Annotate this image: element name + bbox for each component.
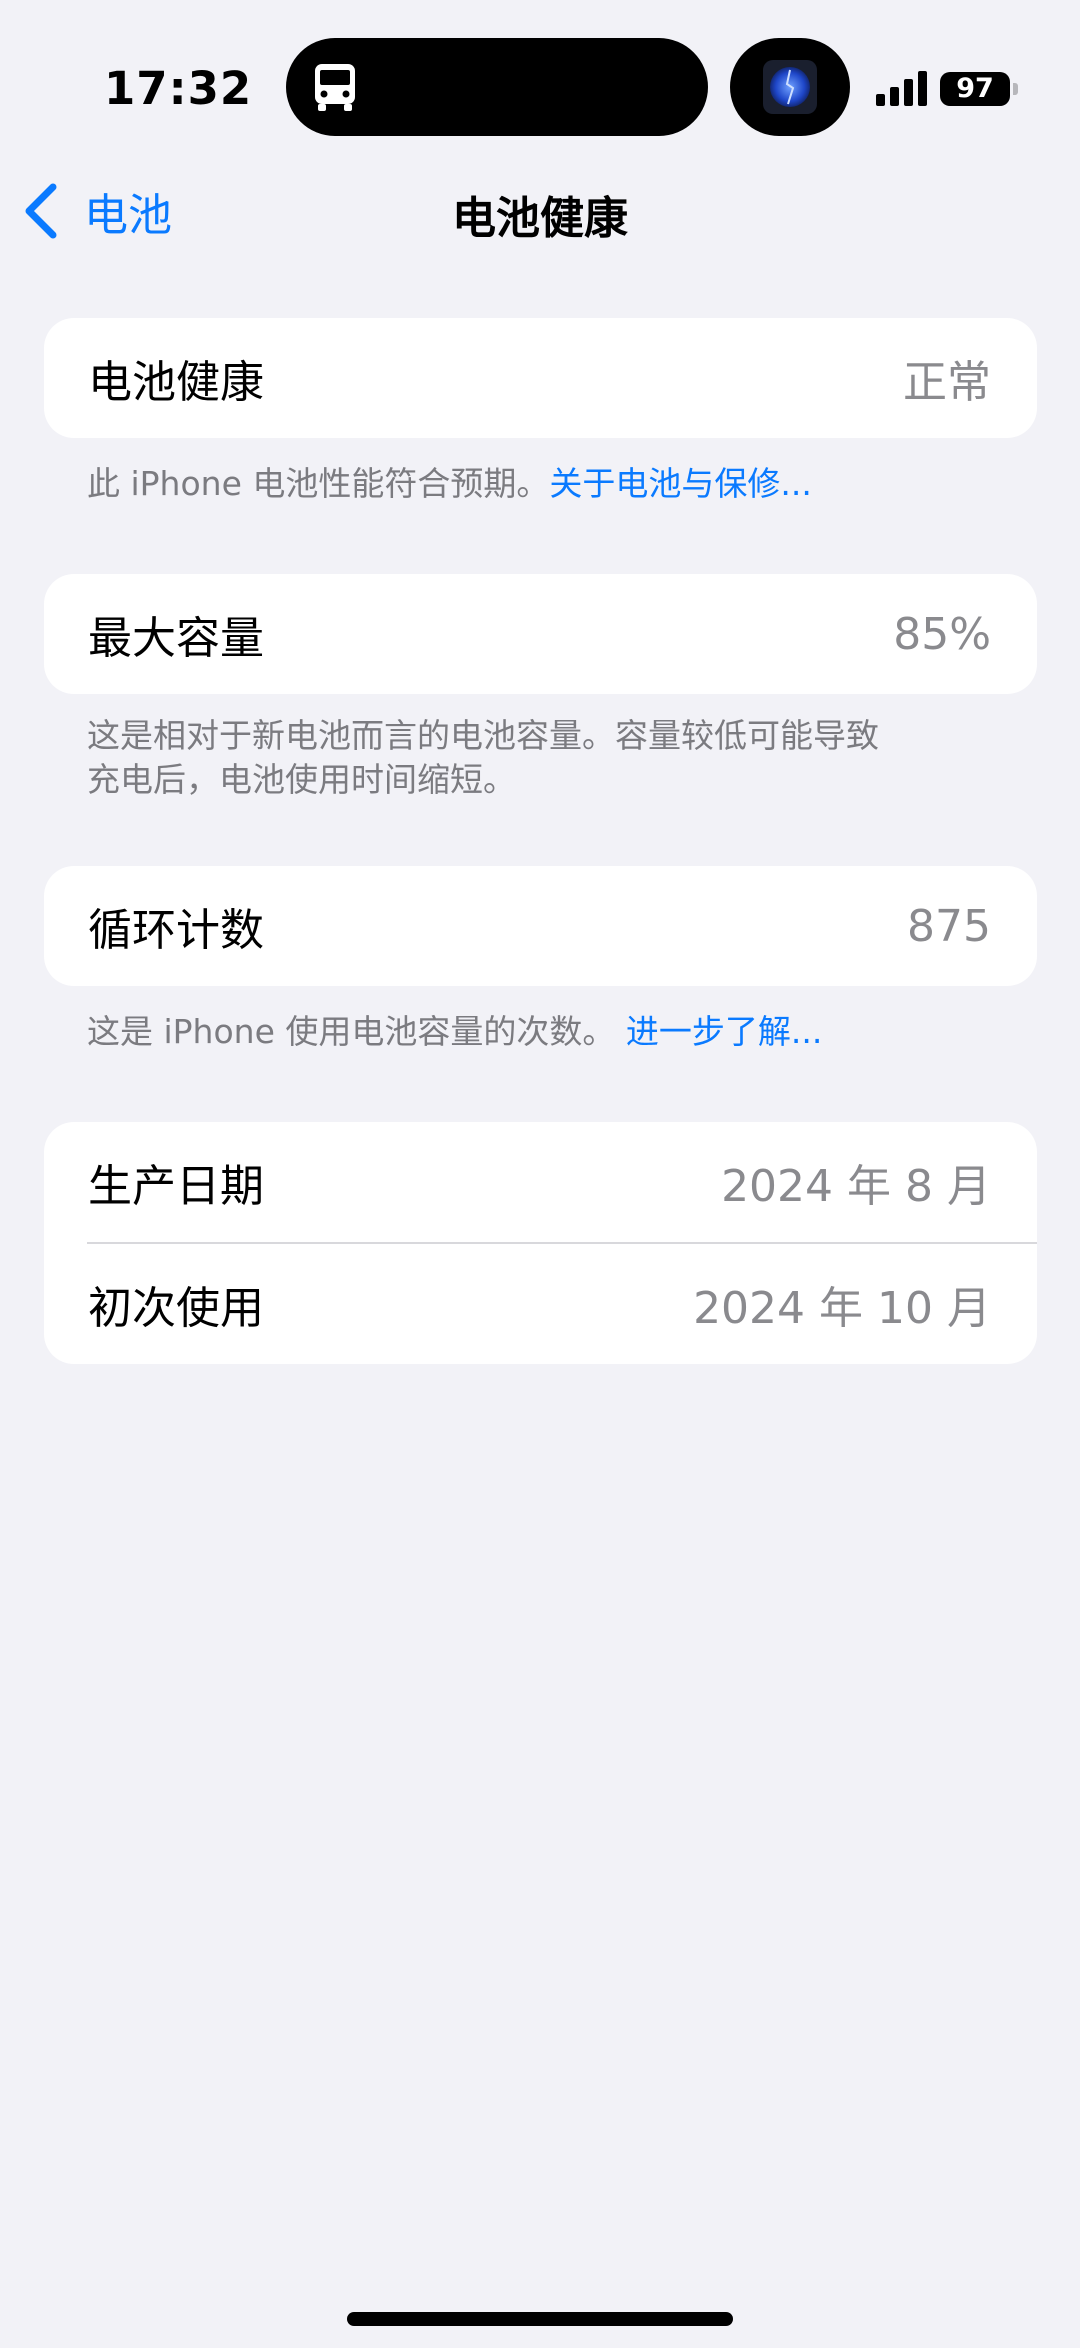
cycle-count-card: 循环计数 875	[44, 866, 1037, 986]
max-capacity-footnote: 这是相对于新电池而言的电池容量。容量较低可能导致 充电后，电池使用时间缩短。	[87, 714, 987, 802]
manufacture-date-label: 生产日期	[88, 1161, 264, 1212]
max-capacity-footnote-line1: 这是相对于新电池而言的电池容量。容量较低可能导致	[87, 716, 879, 755]
cycle-count-row: 循环计数 875	[44, 866, 1037, 986]
page-title: 电池健康	[452, 193, 628, 244]
max-capacity-footnote-line2: 充电后，电池使用时间缩短。	[87, 760, 516, 799]
manufacture-date-row: 生产日期 2024 年 8 月	[44, 1122, 1037, 1242]
learn-more-link[interactable]: 进一步了解...	[626, 1012, 822, 1051]
max-capacity-row: 最大容量 85%	[44, 574, 1037, 694]
first-use-row: 初次使用 2024 年 10 月	[44, 1244, 1037, 1364]
home-indicator[interactable]	[347, 2312, 733, 2326]
bus-icon	[315, 64, 355, 111]
dynamic-island[interactable]	[286, 38, 708, 136]
battery-health-label: 电池健康	[88, 357, 264, 408]
manufacture-date-value: 2024 年 8 月	[721, 1161, 991, 1212]
first-use-value: 2024 年 10 月	[693, 1283, 991, 1334]
status-time: 17:32	[104, 62, 253, 115]
battery-health-value: 正常	[903, 357, 991, 408]
battery-health-row: 电池健康 正常	[44, 318, 1037, 438]
cycle-count-label: 循环计数	[88, 905, 264, 956]
cycle-count-footnote-text: 这是 iPhone 使用电池容量的次数。	[87, 1012, 616, 1051]
battery-health-footnote: 此 iPhone 电池性能符合预期。关于电池与保修...	[87, 462, 987, 506]
max-capacity-label: 最大容量	[88, 613, 264, 664]
dates-card: 生产日期 2024 年 8 月 初次使用 2024 年 10 月	[44, 1122, 1037, 1364]
dynamic-island-media[interactable]	[730, 38, 850, 136]
cycle-count-footnote: 这是 iPhone 使用电池容量的次数。 进一步了解...	[87, 1010, 987, 1054]
cycle-count-value: 875	[907, 900, 991, 952]
battery-health-card: 电池健康 正常	[44, 318, 1037, 438]
max-capacity-card: 最大容量 85%	[44, 574, 1037, 694]
battery-indicator: 97	[940, 72, 1010, 106]
battery-warranty-link[interactable]: 关于电池与保修...	[549, 464, 811, 503]
battery-health-footnote-text: 此 iPhone 电池性能符合预期。	[87, 464, 550, 503]
album-art-icon	[763, 60, 817, 114]
cellular-signal-icon	[876, 71, 927, 106]
battery-tip	[1013, 83, 1018, 95]
first-use-label: 初次使用	[88, 1283, 264, 1334]
max-capacity-value: 85%	[893, 608, 991, 660]
